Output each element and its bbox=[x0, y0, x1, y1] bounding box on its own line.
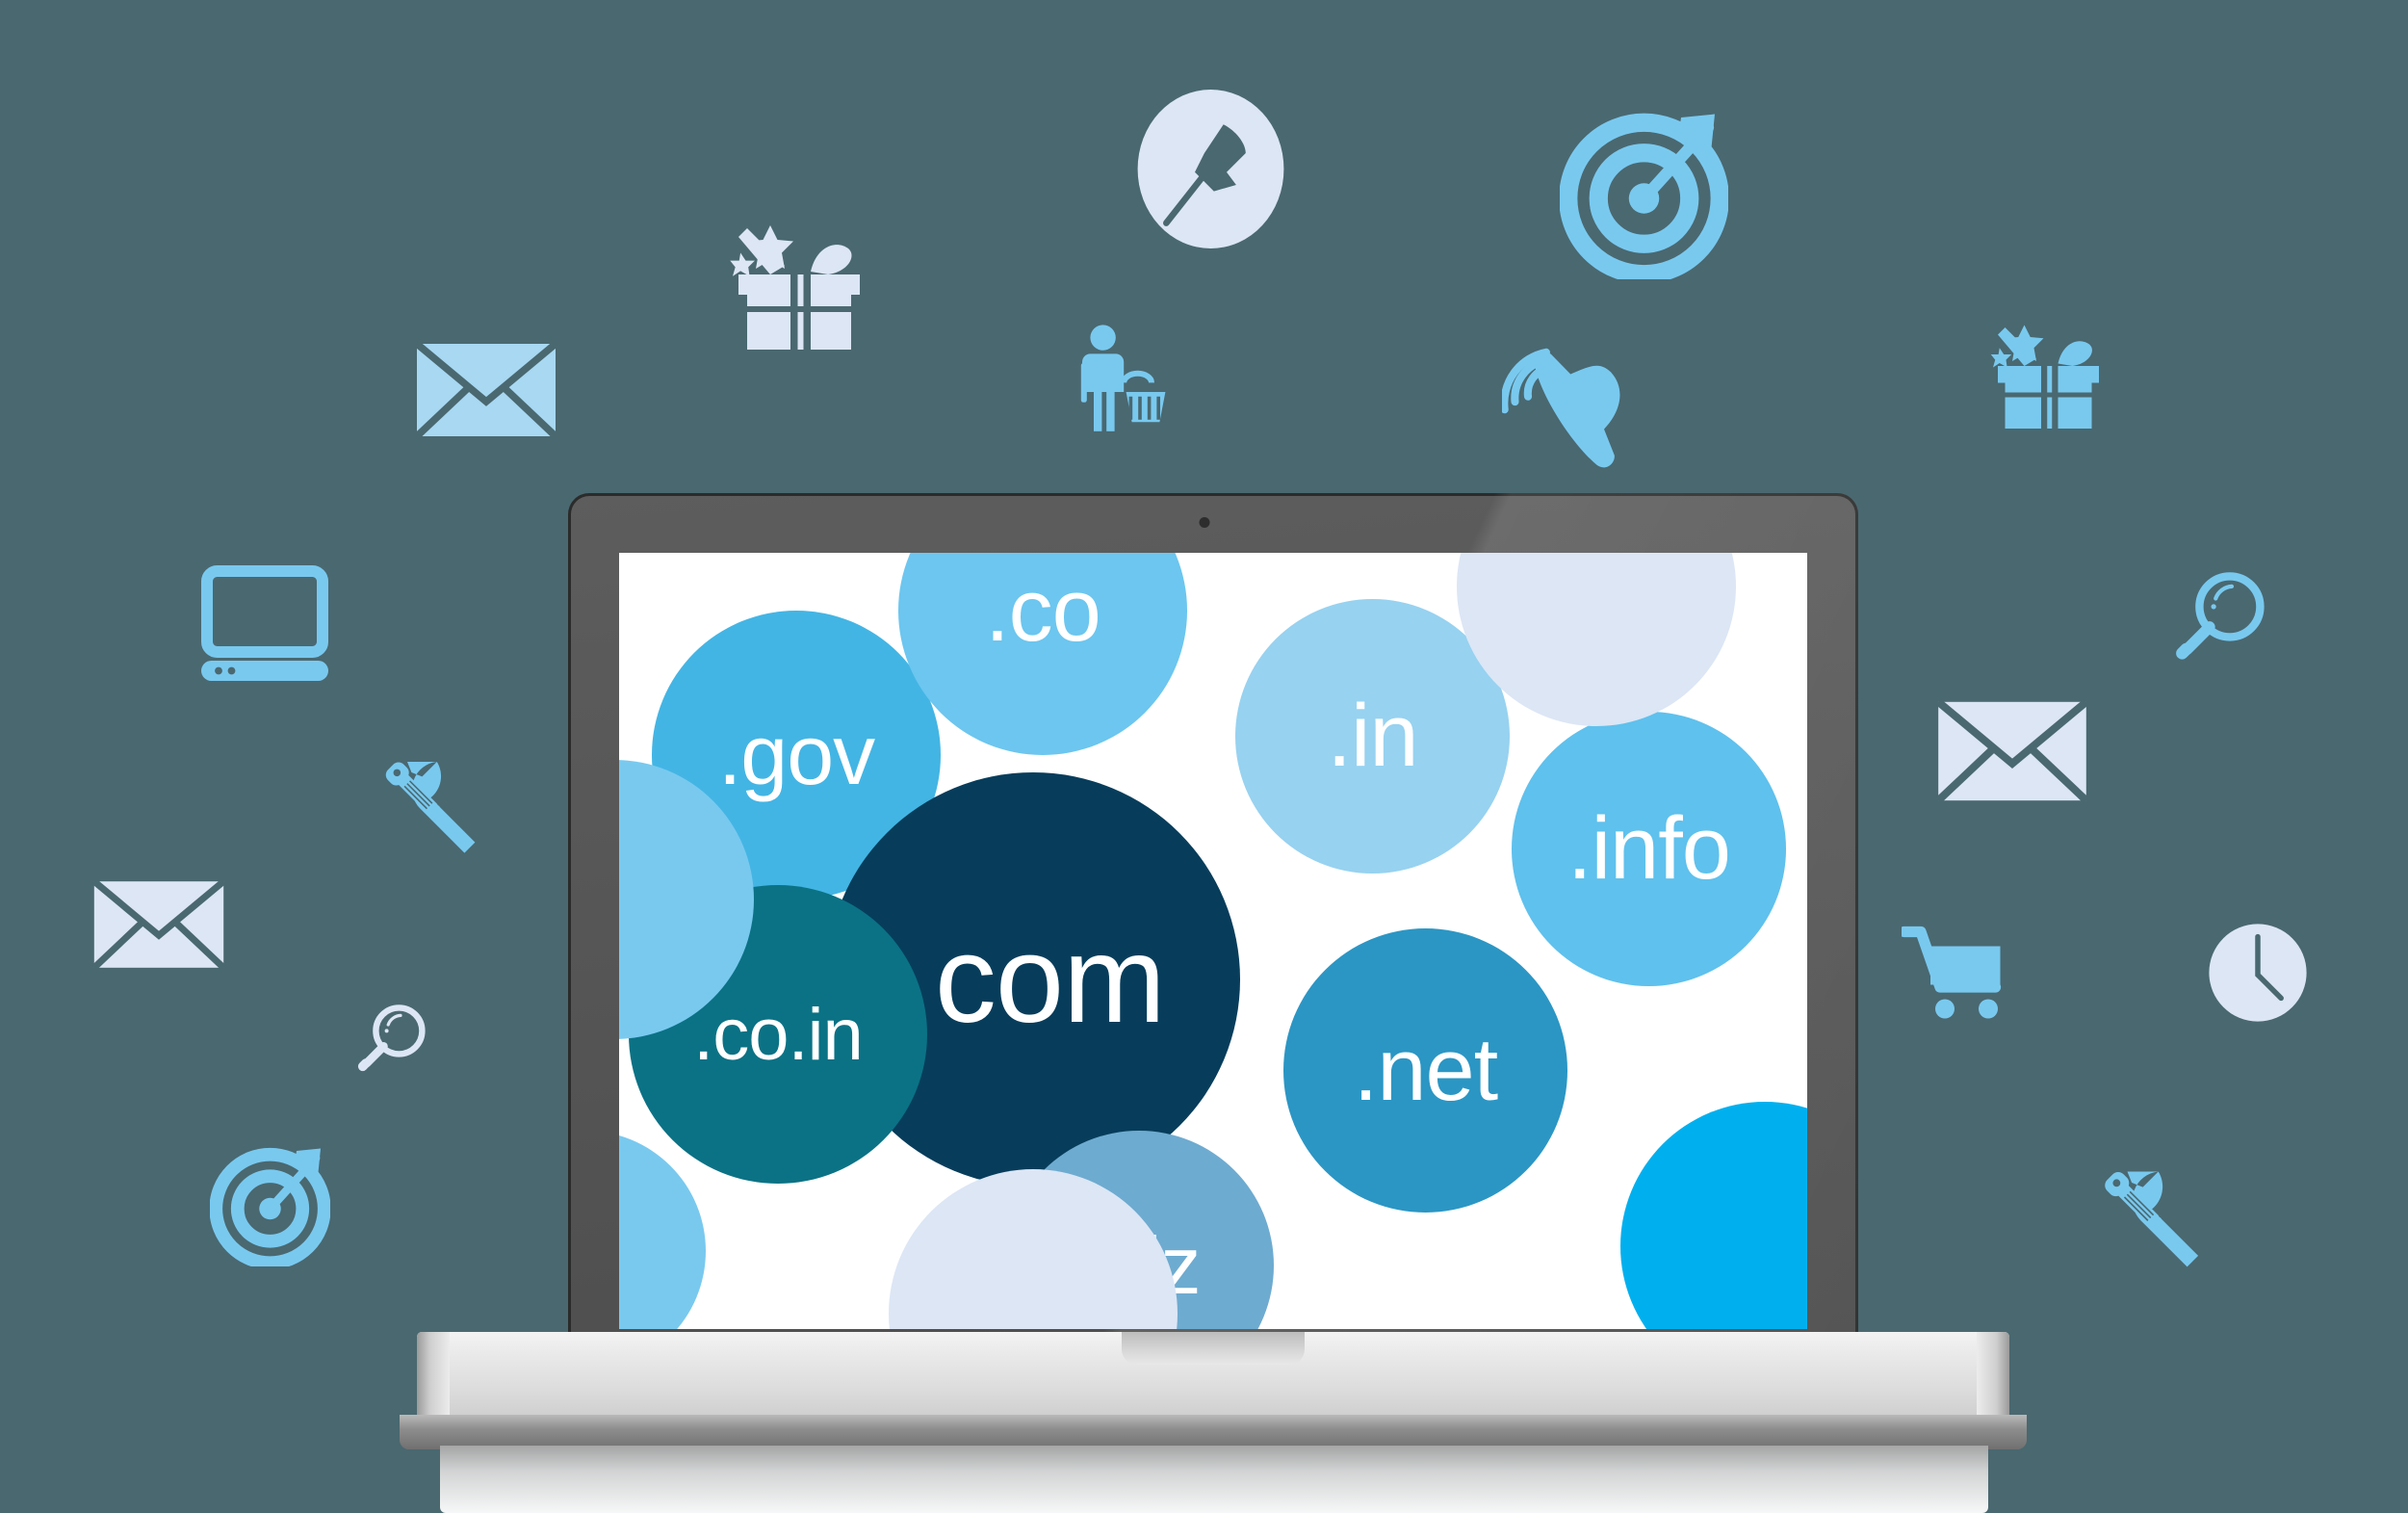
domain-bubble-label: .info bbox=[1567, 799, 1731, 898]
domain-bubble-info[interactable]: .info bbox=[1512, 712, 1786, 986]
illustration-canvas: .gov.co.in.info.com.co.in.net.biz bbox=[0, 0, 2408, 1513]
base-front-lip bbox=[400, 1415, 2027, 1449]
domain-bubble-net[interactable]: .net bbox=[1283, 928, 1567, 1213]
decorative-bubble[interactable] bbox=[619, 1131, 706, 1329]
domain-bubble-label: .com bbox=[901, 910, 1165, 1049]
base-notch bbox=[1122, 1332, 1305, 1365]
base-right-edge bbox=[1977, 1332, 2009, 1417]
base-reflection bbox=[440, 1446, 1988, 1513]
base-left-edge bbox=[417, 1332, 450, 1417]
domain-bubble-label: .gov bbox=[717, 707, 875, 802]
laptop-base bbox=[400, 1332, 2027, 1513]
domain-bubble-label: .net bbox=[1353, 1021, 1498, 1119]
domain-bubble-label: .co bbox=[985, 561, 1101, 660]
laptop-screen[interactable]: .gov.co.in.info.com.co.in.net.biz bbox=[619, 553, 1807, 1329]
decorative-bubble[interactable] bbox=[1620, 1102, 1807, 1329]
domain-bubble-label: .co.in bbox=[693, 993, 864, 1076]
webcam-icon bbox=[1199, 517, 1209, 528]
laptop-device: .gov.co.in.info.com.co.in.net.biz bbox=[0, 0, 2408, 1513]
domain-bubble-label: .in bbox=[1327, 687, 1418, 785]
domain-bubble-co[interactable]: .co bbox=[898, 553, 1187, 755]
